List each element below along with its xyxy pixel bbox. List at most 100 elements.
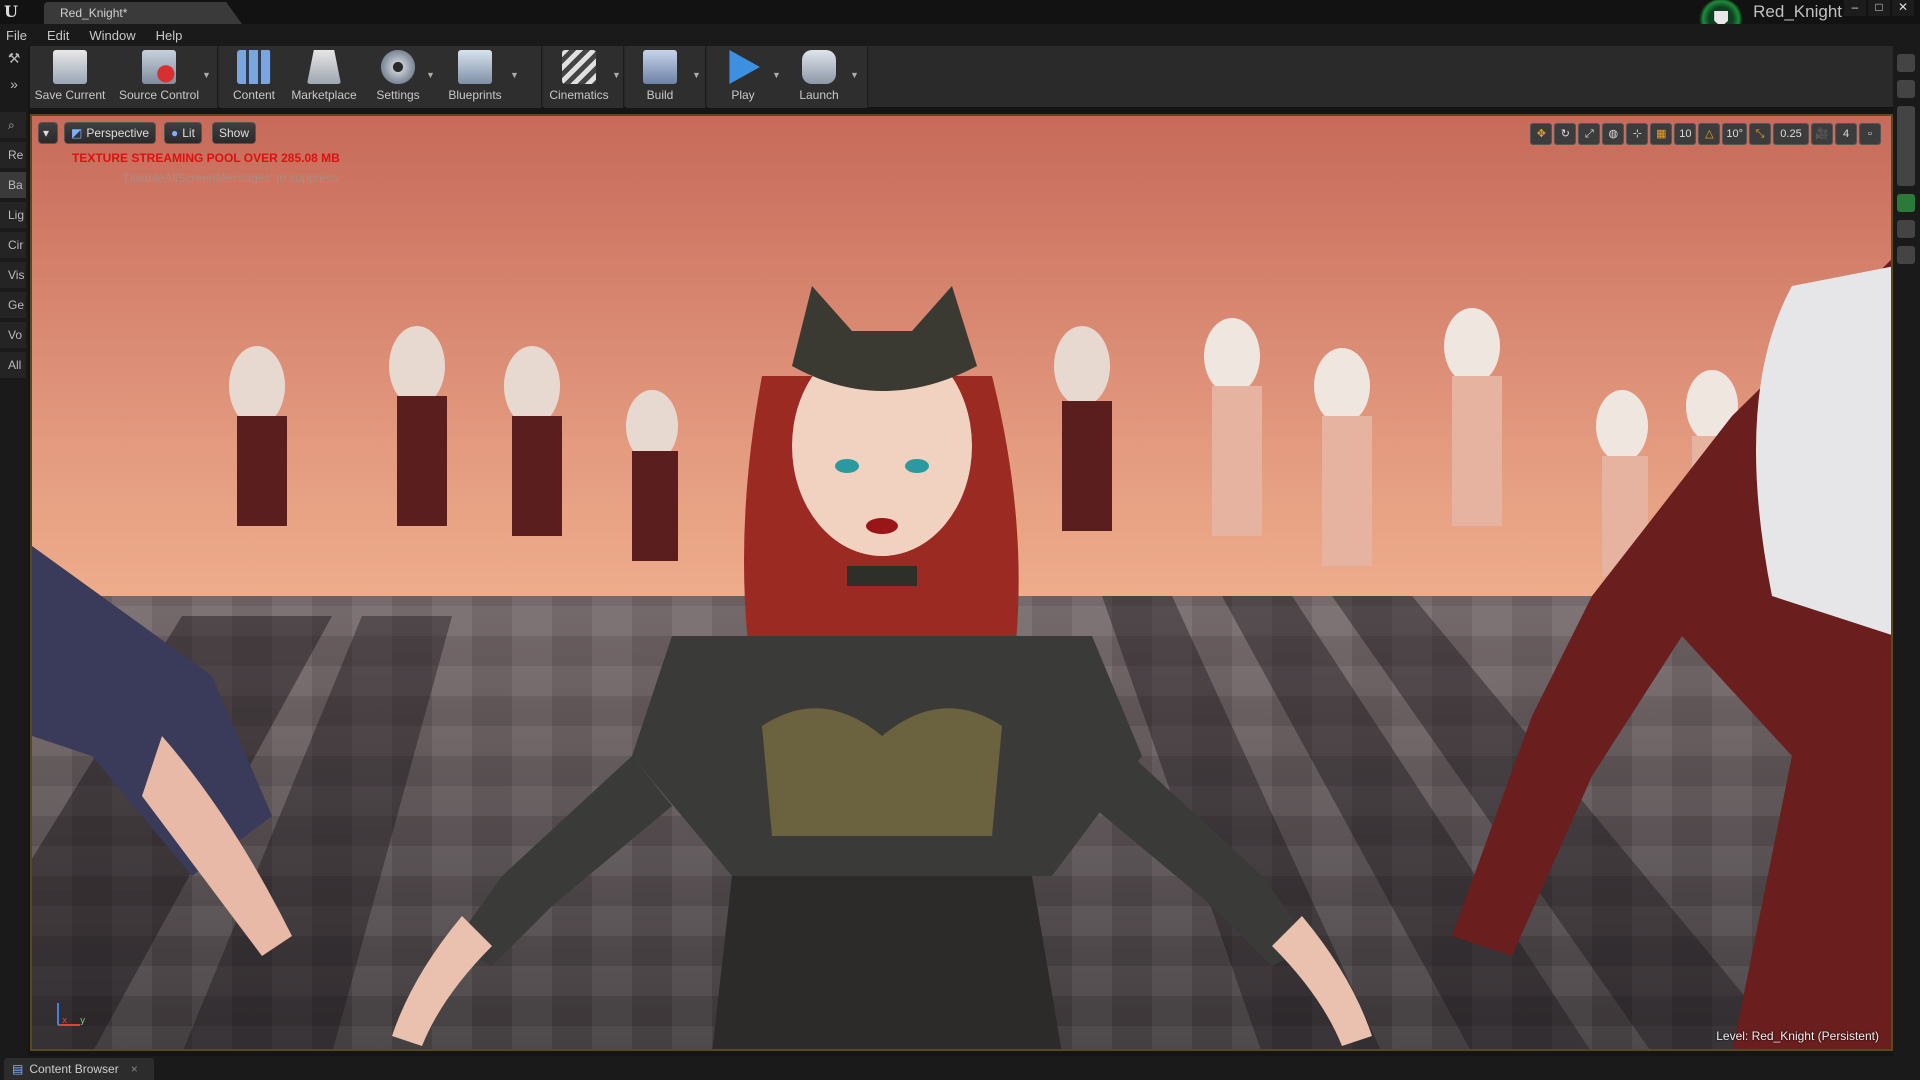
launch-dropdown-icon[interactable]: ▼ bbox=[850, 70, 860, 80]
toolbar-group-build: Build ▼ bbox=[626, 46, 706, 108]
scale-tool-icon[interactable]: ⤢ bbox=[1578, 123, 1601, 145]
minimize-button[interactable]: – bbox=[1844, 0, 1866, 16]
viewport-options-button[interactable]: ▾ bbox=[38, 122, 58, 144]
cinematics-dropdown-icon[interactable]: ▼ bbox=[612, 70, 622, 80]
menu-window[interactable]: Window bbox=[89, 28, 135, 43]
modes-icon[interactable]: ⚒ bbox=[3, 50, 25, 72]
expand-icon[interactable]: » bbox=[3, 76, 25, 98]
level-viewport[interactable]: ▾ ◩ Perspective ● Lit Show ✥ ↻ ⤢ ◍ ⊹ ▦ 1… bbox=[30, 114, 1893, 1051]
perspective-button[interactable]: ◩ Perspective bbox=[64, 122, 157, 144]
panel-search-icon[interactable] bbox=[1897, 54, 1915, 72]
content-button[interactable]: Content bbox=[226, 48, 282, 106]
category-lights[interactable]: Lig bbox=[0, 202, 26, 228]
build-dropdown-icon[interactable]: ▼ bbox=[692, 70, 702, 80]
cinematics-button[interactable]: Cinematics bbox=[546, 48, 612, 106]
content-browser-close-icon[interactable]: × bbox=[131, 1062, 138, 1076]
panel-scrollbar[interactable] bbox=[1897, 106, 1915, 186]
menu-file[interactable]: File bbox=[6, 28, 27, 43]
grid-snap-icon[interactable]: ▦ bbox=[1650, 123, 1673, 145]
blueprints-button[interactable]: Blueprints bbox=[440, 48, 510, 106]
camera-speed-value[interactable]: 4 bbox=[1835, 123, 1857, 145]
project-indicator: Red_Knight bbox=[1699, 0, 1842, 39]
maximize-button[interactable]: □ bbox=[1868, 0, 1890, 16]
source-control-label: Source Control bbox=[118, 88, 200, 102]
marketplace-label: Marketplace bbox=[291, 88, 357, 102]
marketplace-button[interactable]: Marketplace bbox=[286, 48, 362, 106]
cinematics-label: Cinematics bbox=[549, 88, 609, 102]
category-all[interactable]: All bbox=[0, 352, 26, 378]
build-button[interactable]: Build bbox=[632, 48, 688, 106]
play-button[interactable]: Play bbox=[714, 48, 772, 106]
camera-speed-icon[interactable]: 🎥 bbox=[1811, 123, 1833, 145]
content-browser-label: Content Browser bbox=[29, 1062, 119, 1076]
close-button[interactable]: ✕ bbox=[1892, 0, 1914, 16]
level-indicator: Level: Red_Knight (Persistent) bbox=[1716, 1029, 1879, 1043]
document-tab-label: Red_Knight* bbox=[60, 6, 128, 20]
source-control-dropdown-icon[interactable]: ▼ bbox=[202, 70, 212, 80]
document-tab[interactable]: Red_Knight* bbox=[44, 2, 242, 24]
category-search-icon[interactable]: ⌕ bbox=[0, 112, 26, 138]
settings-label: Settings bbox=[376, 88, 420, 102]
toolbar-group-content: Content Marketplace Settings ▼ Blueprint… bbox=[220, 46, 542, 108]
rotation-snap-value[interactable]: 10° bbox=[1722, 123, 1747, 145]
axis-gizmo: y x bbox=[57, 1003, 86, 1026]
place-categories: ⌕ Re Ba Lig Cir Vis Ge Vo All bbox=[0, 112, 28, 382]
category-visual[interactable]: Vis bbox=[0, 262, 26, 288]
content-browser-icon: ▤ bbox=[12, 1062, 24, 1076]
launch-gamepad-icon bbox=[802, 50, 836, 84]
grid-snap-value[interactable]: 10 bbox=[1674, 123, 1697, 145]
maximize-viewport-icon[interactable]: ▫ bbox=[1859, 123, 1881, 145]
right-panel-strip bbox=[1893, 46, 1920, 1080]
build-cubes-icon bbox=[643, 50, 677, 84]
translate-tool-icon[interactable]: ✥ bbox=[1530, 123, 1553, 145]
surface-snap-icon[interactable]: ⊹ bbox=[1626, 123, 1649, 145]
blueprints-icon bbox=[458, 50, 492, 84]
category-geometry[interactable]: Ge bbox=[0, 292, 26, 318]
menu-help[interactable]: Help bbox=[156, 28, 183, 43]
panel-add-icon[interactable] bbox=[1897, 194, 1915, 212]
settings-dropdown-icon[interactable]: ▼ bbox=[426, 70, 436, 80]
category-volumes[interactable]: Vo bbox=[0, 322, 26, 348]
world-space-icon[interactable]: ◍ bbox=[1602, 123, 1625, 145]
rotate-tool-icon[interactable]: ↻ bbox=[1554, 123, 1577, 145]
source-control-button[interactable]: Source Control bbox=[114, 48, 204, 106]
suppress-hint: 'DisableAllScreenMessages' to suppress bbox=[122, 171, 339, 185]
main-toolbar: Save Current Source Control ▼ Content Ma… bbox=[30, 46, 1894, 108]
texture-streaming-warning: TEXTURE STREAMING POOL OVER 285.08 MB bbox=[72, 151, 340, 165]
lit-button[interactable]: ● Lit bbox=[164, 122, 202, 144]
category-basic[interactable]: Ba bbox=[0, 172, 26, 198]
build-label: Build bbox=[646, 88, 674, 102]
blueprints-dropdown-icon[interactable]: ▼ bbox=[510, 70, 520, 80]
content-browser-tab[interactable]: ▤ Content Browser × bbox=[4, 1058, 154, 1080]
rotation-snap-icon[interactable]: △ bbox=[1698, 123, 1721, 145]
toolbar-group-cinematics: Cinematics ▼ bbox=[544, 46, 624, 108]
settings-button[interactable]: Settings bbox=[368, 48, 428, 106]
menu-bar: File Edit Window Help bbox=[0, 24, 1920, 46]
save-current-button[interactable]: Save Current bbox=[34, 48, 106, 106]
scale-snap-icon[interactable]: ⤡ bbox=[1749, 123, 1771, 145]
launch-label: Launch bbox=[799, 88, 839, 102]
level-label: Level: bbox=[1716, 1029, 1749, 1043]
dropdown-icon: ▾ bbox=[43, 126, 50, 140]
axis-y-label: y bbox=[80, 1016, 86, 1026]
toolbar-group-file: Save Current Source Control ▼ bbox=[30, 46, 218, 108]
panel-lock-icon[interactable] bbox=[1897, 220, 1915, 238]
source-control-icon bbox=[142, 50, 176, 84]
category-cinematic[interactable]: Cir bbox=[0, 232, 26, 258]
unreal-logo-icon[interactable]: U bbox=[4, 2, 24, 22]
play-dropdown-icon[interactable]: ▼ bbox=[772, 70, 782, 80]
play-icon bbox=[729, 50, 760, 84]
show-button[interactable]: Show bbox=[212, 122, 257, 144]
launch-button[interactable]: Launch bbox=[790, 48, 848, 106]
panel-filter-icon[interactable] bbox=[1897, 80, 1915, 98]
scale-snap-value[interactable]: 0.25 bbox=[1773, 123, 1809, 145]
perspective-label: Perspective bbox=[86, 126, 150, 140]
perspective-icon: ◩ bbox=[71, 126, 83, 140]
panel-settings-icon[interactable] bbox=[1897, 246, 1915, 264]
play-label: Play bbox=[731, 88, 755, 102]
lit-label: Lit bbox=[182, 126, 195, 140]
category-recent[interactable]: Re bbox=[0, 142, 26, 168]
settings-icon bbox=[381, 50, 415, 84]
bottom-dock: ▤ Content Browser × bbox=[0, 1056, 1920, 1080]
menu-edit[interactable]: Edit bbox=[47, 28, 69, 43]
